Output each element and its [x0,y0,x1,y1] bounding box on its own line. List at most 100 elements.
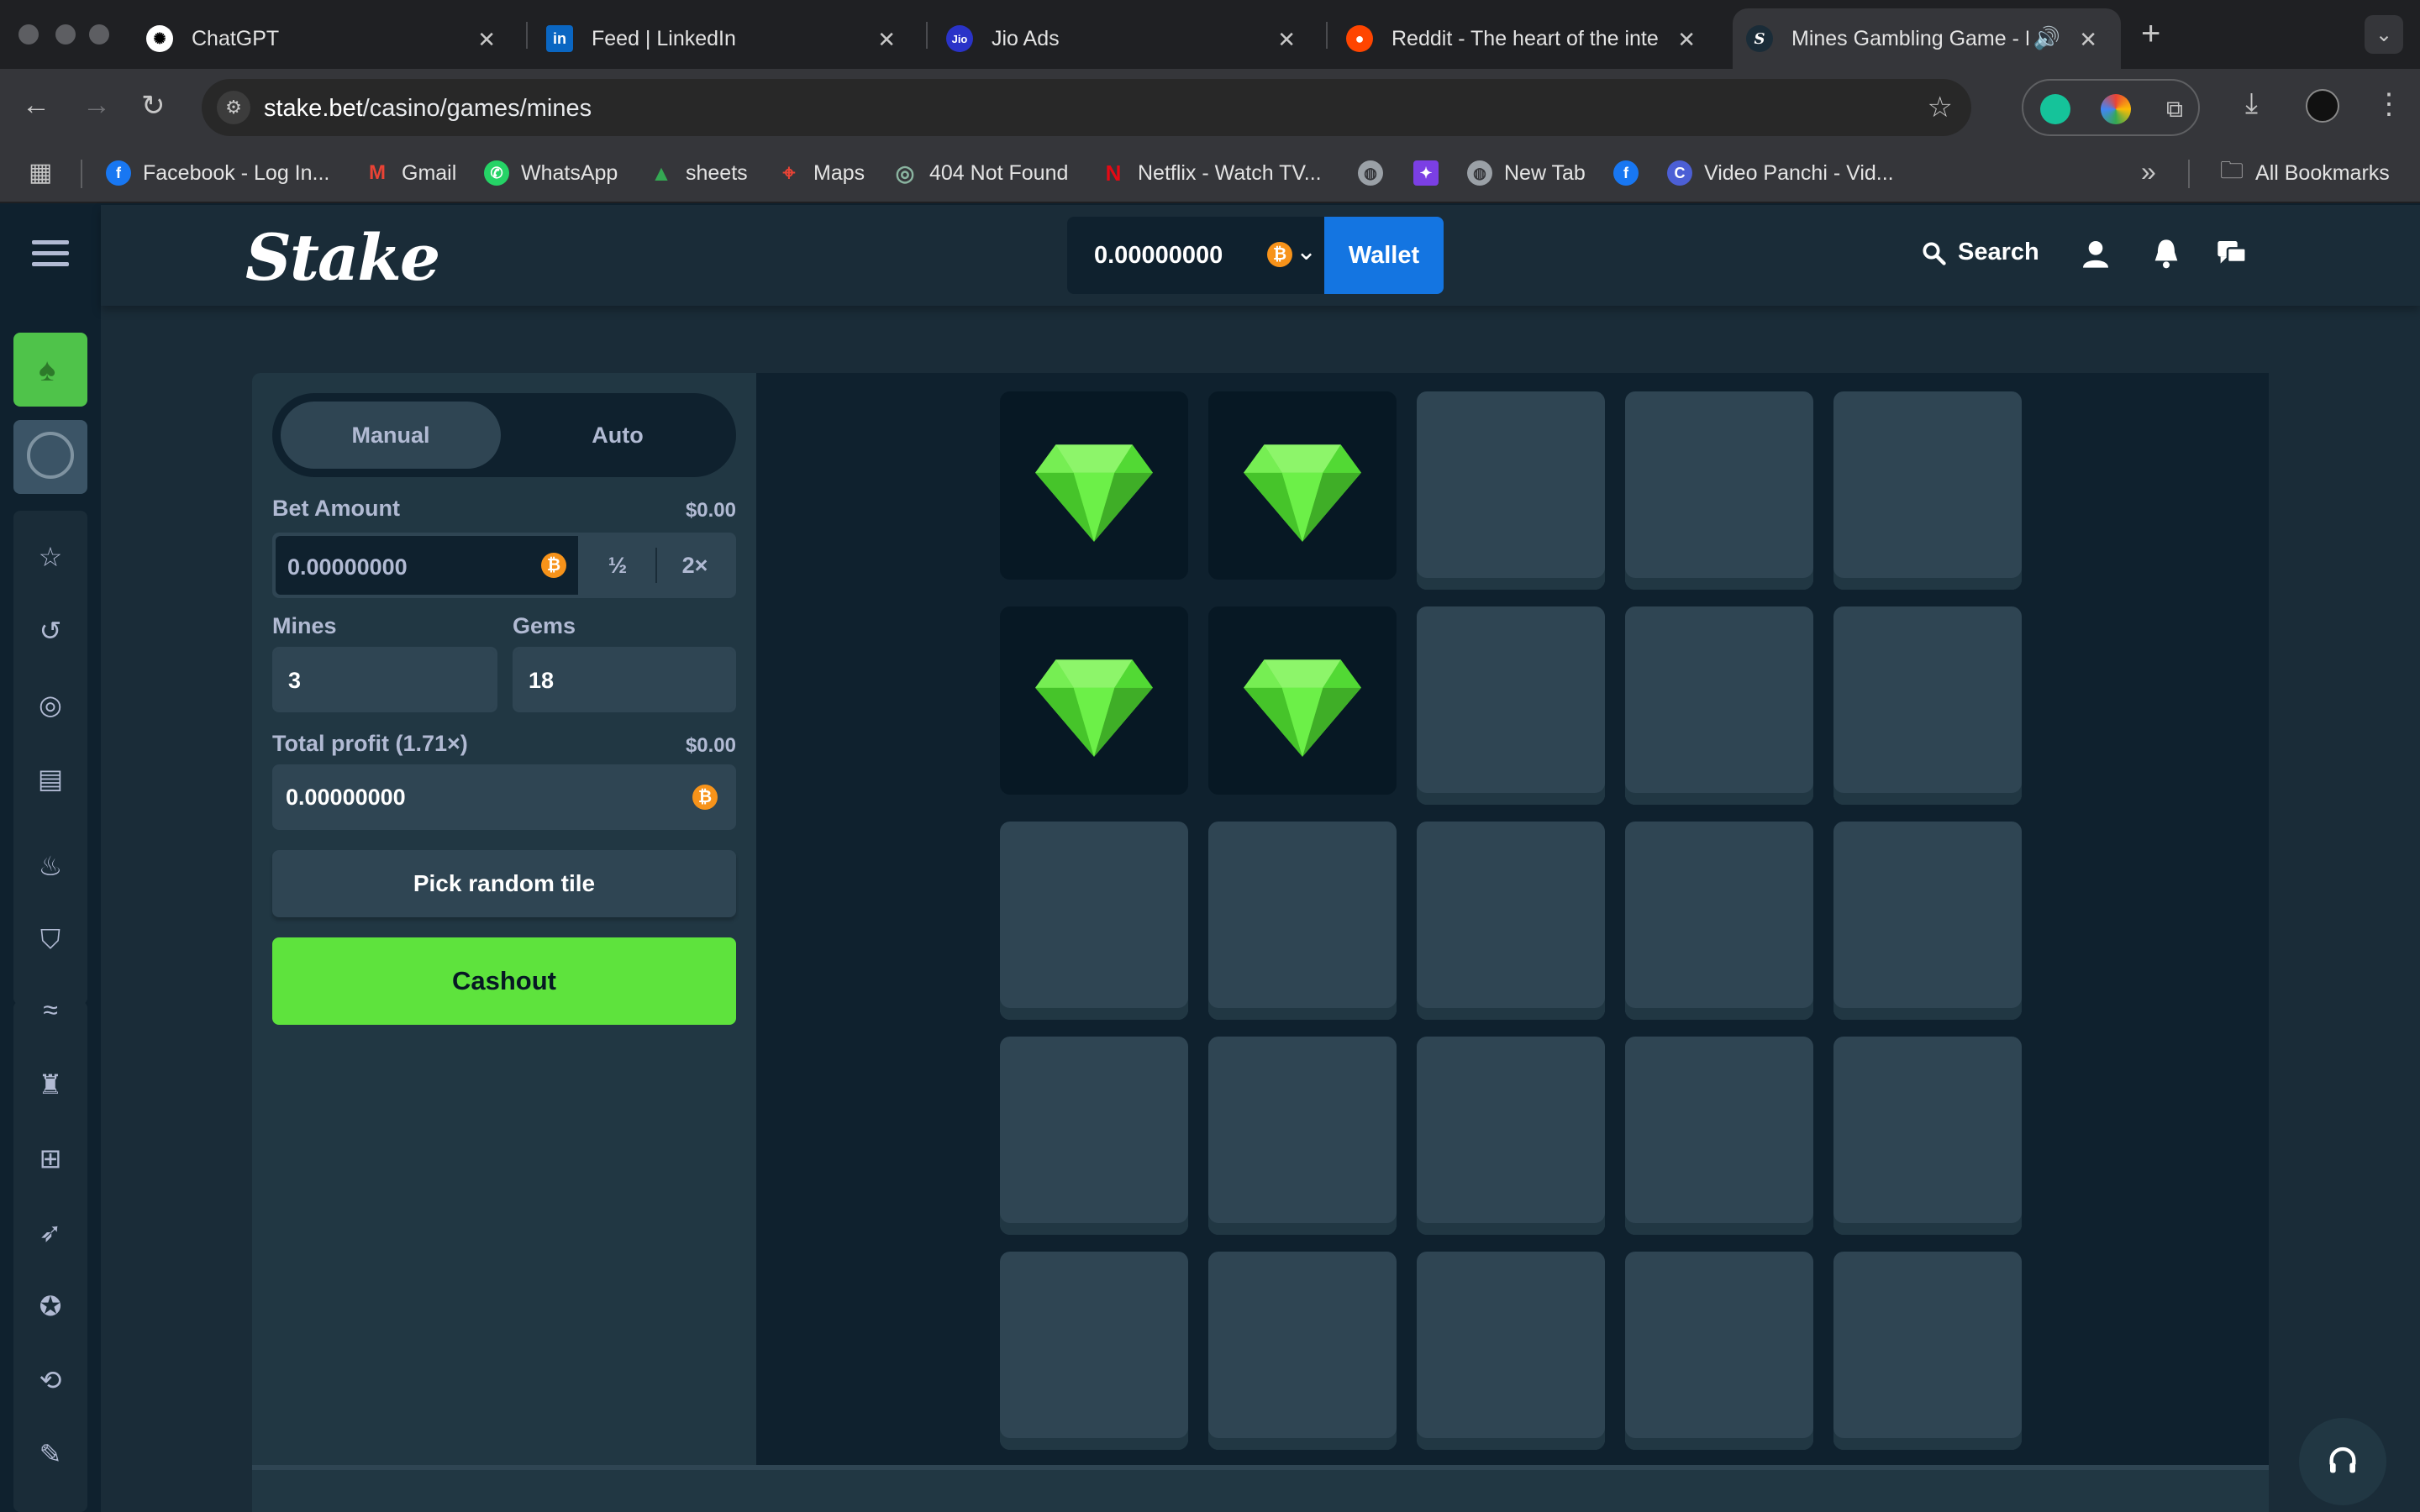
hidden-tile[interactable] [1833,391,2022,590]
stake-originals-icon[interactable]: ⛉ [13,924,87,956]
challenges-target-icon[interactable]: ◎ [13,689,87,721]
browser-tab[interactable]: Jio Jio Ads ✕ [933,8,1319,69]
reload-button[interactable]: ↻ [141,89,166,123]
hidden-tile[interactable] [1833,1037,2022,1235]
hidden-tile[interactable] [1625,1252,1813,1450]
hidden-tile[interactable] [1625,1037,1813,1235]
window-minimize-button[interactable] [55,24,76,45]
slots-icon[interactable]: ≈ [13,995,87,1026]
window-maximize-button[interactable] [89,24,109,45]
close-icon[interactable]: ✕ [477,27,496,53]
close-icon[interactable]: ✕ [1677,27,1696,53]
bookmark-item[interactable]: M Gmail [365,156,456,190]
bookmark-item[interactable]: f Facebook - Log In... [106,156,329,190]
browser-tab[interactable]: ● Reddit - The heart of the inte ✕ [1333,8,1719,69]
profile-avatar[interactable] [2306,89,2339,123]
back-button[interactable]: ← [22,89,50,122]
tab-search-button[interactable]: ⌄ [2365,15,2403,54]
cashout-button[interactable]: Cashout [272,937,736,1025]
hidden-tile[interactable] [1625,606,1813,805]
close-icon[interactable]: ✕ [877,27,896,53]
close-icon[interactable]: ✕ [1277,27,1296,53]
browser-menu-icon[interactable]: ⋮ [2375,87,2403,121]
bookmark-item[interactable]: ▲ sheets [649,156,748,190]
bookmark-item[interactable]: ◍ New Tab [1467,156,1586,190]
browser-tab-active[interactable]: S Mines Gambling Game - P 🔊 ✕ [1733,8,2121,69]
hidden-tile[interactable] [1208,1037,1397,1235]
recent-history-icon[interactable]: ↺ [13,615,87,647]
jio-icon: Jio [946,25,973,52]
hidden-tile[interactable] [1000,1252,1188,1450]
rocket-icon[interactable]: ➶ [13,1216,87,1248]
bell-icon[interactable] [2149,237,2183,270]
all-bookmarks-button[interactable]: 🗀 All Bookmarks [2220,156,2390,190]
whatsapp-icon: ✆ [484,160,509,186]
download-icon[interactable]: ⤓ [2245,87,2258,120]
user-icon[interactable] [2079,237,2112,270]
my-bets-icon[interactable]: ▤ [13,763,87,795]
wallet-button[interactable]: Wallet [1324,217,1444,294]
bookmark-item[interactable]: ⌖ Maps [776,156,865,190]
hidden-tile[interactable] [1000,822,1188,1020]
sponsorship-icon[interactable]: ⟲ [13,1364,87,1396]
hot-fire-icon[interactable]: ♨ [13,850,87,882]
chat-icon[interactable] [2215,237,2249,270]
bookmark-item[interactable]: ✆ WhatsApp [484,156,618,190]
bookmark-star-icon[interactable]: ☆ [1928,91,1953,124]
half-bet-button[interactable]: ½ [580,536,655,595]
tab-auto[interactable]: Auto [508,402,728,469]
hidden-tile[interactable] [1417,822,1605,1020]
double-bet-button[interactable]: 2× [657,536,733,595]
more-bookmarks-button[interactable]: » [2141,156,2156,187]
hidden-tile[interactable] [1208,822,1397,1020]
support-chat-button[interactable] [2299,1418,2386,1505]
address-bar[interactable]: ⚙ stake.bet/casino/games/mines ☆ [202,79,1971,136]
favourites-star-icon[interactable]: ☆ [13,541,87,573]
hidden-tile[interactable] [1417,606,1605,805]
casino-nav-button[interactable]: ♠ [13,333,87,407]
menu-icon[interactable] [32,240,69,273]
bookmark-item[interactable]: C Video Panchi - Vid... [1667,156,1894,190]
bookmark-item[interactable]: ◍ [1358,156,1395,190]
bookmark-item[interactable]: ◎ 404 Not Found [892,156,1069,190]
site-info-icon[interactable]: ⚙ [217,91,250,124]
stake-logo[interactable]: Stake [245,220,440,295]
hidden-tile[interactable] [1625,391,1813,590]
bookmark-item[interactable]: f [1613,156,1650,190]
browser-tab[interactable]: ✺ ChatGPT ✕ [133,8,519,69]
hidden-tile[interactable] [1208,1252,1397,1450]
forward-button[interactable]: → [82,89,111,122]
hidden-tile[interactable] [1625,822,1813,1020]
search-button[interactable]: Search [1921,239,2039,266]
mines-select[interactable]: 3 [272,647,497,712]
grammarly-icon[interactable] [2040,94,2070,124]
bet-amount-input[interactable]: 0.00000000 ₿ [276,536,578,595]
hidden-tile[interactable] [1417,1037,1605,1235]
live-casino-icon[interactable]: ♜ [13,1068,87,1100]
bookmark-item[interactable]: N Netflix - Watch TV... [1101,156,1322,190]
bitcoin-icon: ₿ [1267,242,1292,267]
hidden-tile[interactable] [1833,822,2022,1020]
pick-random-tile-button[interactable]: Pick random tile [272,850,736,917]
speaker-icon[interactable]: 🔊 [2033,25,2060,51]
gift-icon[interactable]: ⊞ [13,1142,87,1174]
hidden-tile[interactable] [1417,391,1605,590]
balance-selector[interactable]: 0.00000000 ₿ ⌄ [1067,217,1324,294]
hidden-tile[interactable] [1833,606,2022,805]
sports-nav-button[interactable] [13,420,87,494]
apps-grid-icon[interactable]: ▦ [29,158,52,187]
extensions-puzzle-icon[interactable]: ⧉ [2160,94,2190,124]
hidden-tile[interactable] [1833,1252,2022,1450]
promotions-icon[interactable]: ✪ [13,1290,87,1322]
new-tab-button[interactable]: + [2141,15,2160,53]
browser-tab[interactable]: in Feed | LinkedIn ✕ [533,8,919,69]
hidden-tile[interactable] [1417,1252,1605,1450]
blog-icon[interactable]: ✎ [13,1438,87,1470]
close-icon[interactable]: ✕ [2079,27,2097,53]
bookmark-item[interactable]: ✦ [1413,156,1450,190]
gem-icon [1035,444,1153,542]
hidden-tile[interactable] [1000,1037,1188,1235]
window-close-button[interactable] [18,24,39,45]
tab-manual[interactable]: Manual [281,402,501,469]
color-picker-icon[interactable] [2101,94,2131,124]
